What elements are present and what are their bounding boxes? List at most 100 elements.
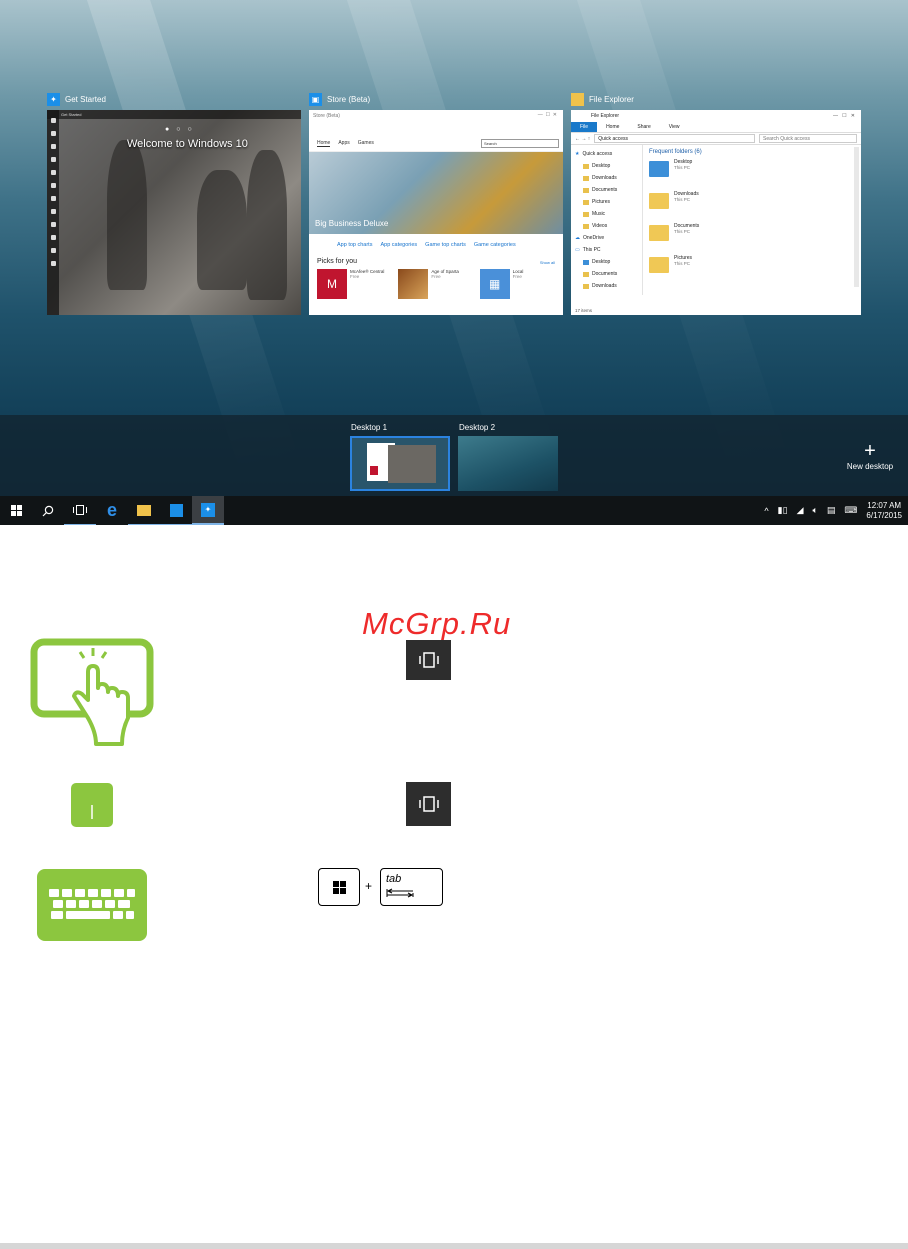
window-title-get-started[interactable]: ✦ Get Started — [47, 92, 106, 106]
sparta-app-icon — [398, 269, 429, 299]
nav-item-quick-access[interactable]: ★ Quick access — [571, 148, 642, 160]
tab-file[interactable]: File — [571, 122, 598, 132]
calendar-app-icon: ▦ — [479, 269, 510, 299]
tab-games[interactable]: Games — [358, 140, 374, 147]
window-title-file-explorer[interactable]: File Explorer — [571, 92, 634, 106]
desktop-2-thumbnail[interactable] — [458, 436, 558, 491]
folder-icon — [571, 92, 584, 106]
task-view-icon — [418, 652, 439, 668]
window-thumbnail-file-explorer[interactable]: File Explorer — ☐ ✕ File Home Share View… — [571, 110, 861, 315]
task-view-icon — [73, 505, 87, 515]
music-icon — [583, 211, 589, 217]
folder-icon — [583, 199, 589, 205]
task-view-button[interactable] — [64, 496, 96, 525]
search-input[interactable]: Search Quick access — [759, 134, 857, 143]
nav-item[interactable]: Documents — [571, 268, 642, 280]
mini-window — [388, 445, 436, 483]
system-tray: ^ ▮▯ ◢ 🔈︎ ▤ ⌨︎ 12:07 AM 6/17/2015 — [764, 496, 908, 525]
folder-item[interactable]: Pictures This PC — [649, 255, 855, 287]
nav-item[interactable]: Desktop — [571, 256, 642, 268]
ribbon-tabs: File Home Share View — [571, 122, 861, 133]
app-tile[interactable]: Age of Sparta Free — [398, 269, 473, 299]
tab-home[interactable]: Home — [317, 140, 331, 147]
nav-item-this-pc[interactable]: ▭ This PC — [571, 244, 642, 256]
content-pane: Frequent folders (6) Desktop This PC Down… — [643, 145, 861, 295]
scrollbar[interactable] — [854, 147, 859, 287]
tab-share[interactable]: Share — [628, 122, 659, 132]
nav-label: Documents — [592, 271, 618, 277]
touch-gesture-icon — [30, 638, 154, 746]
nav-item[interactable]: Documents — [571, 184, 642, 196]
photo-figure — [197, 170, 247, 290]
nav-label: Quick access — [582, 151, 613, 157]
nav-item[interactable]: Pictures — [571, 196, 642, 208]
nav-arrows-icon[interactable]: ← → ↑ — [575, 136, 590, 142]
folder-item[interactable]: Downloads This PC — [649, 191, 855, 223]
virtual-desktops-bar: Desktop 1 Desktop 2 + New desktop — [0, 415, 908, 496]
tab-key-label: tab — [386, 873, 402, 885]
welcome-headline: Welcome to Windows 10 — [127, 138, 248, 150]
nav-item-onedrive[interactable]: ☁ OneDrive — [571, 232, 642, 244]
nav-item[interactable]: Downloads — [571, 172, 642, 184]
lightbulb-icon: ✦ — [47, 92, 60, 106]
titlebar: Get Started — [47, 110, 301, 119]
folder-icon — [583, 187, 589, 193]
window-thumbnail-store[interactable]: Store (Beta) — ☐ ✕ Home Apps Games Searc… — [309, 110, 563, 315]
tab-home[interactable]: Home — [597, 122, 628, 132]
nav-item[interactable]: Downloads — [571, 280, 642, 292]
store-search-input[interactable]: Search — [481, 139, 559, 148]
store-categories: App top charts App categories Game top c… — [309, 234, 563, 248]
photo-figure — [247, 150, 287, 300]
windows-key — [318, 868, 360, 906]
window-controls: — ☐ ✕ — [832, 113, 855, 119]
task-view-key-icon — [406, 782, 451, 826]
window-title-label: File Explorer — [589, 94, 634, 104]
status-bar: 17 items — [575, 308, 593, 313]
file-explorer-button[interactable] — [128, 496, 160, 525]
keyboard-icon[interactable]: ⌨︎ — [844, 505, 857, 516]
new-desktop-button[interactable]: + New desktop — [838, 441, 902, 471]
group-header[interactable]: Frequent folders (6) — [649, 149, 855, 155]
lightbulb-icon: ✦ — [201, 502, 215, 517]
nav-label: Music — [592, 211, 606, 217]
task-view-screenshot: ✦ Get Started Get Started ●○○ Welcome to… — [0, 0, 908, 525]
app-tile[interactable]: ▦ Local Free — [479, 269, 555, 299]
store-hero-banner[interactable]: Big Business Deluxe — [309, 152, 563, 234]
desktop-1-thumbnail[interactable] — [350, 436, 450, 491]
get-started-button[interactable]: ✦ — [192, 496, 224, 525]
tab-arrows-icon — [386, 888, 414, 898]
wifi-icon[interactable]: ◢ — [797, 505, 804, 516]
store-tabs: Home Apps Games — [317, 140, 374, 147]
store-button[interactable] — [160, 496, 192, 525]
show-all-link[interactable]: Show all — [540, 260, 555, 265]
tab-view[interactable]: View — [660, 122, 689, 132]
desktop-folder-icon — [649, 161, 669, 177]
tab-apps[interactable]: Apps — [338, 140, 349, 147]
battery-icon[interactable]: ▮▯ — [778, 505, 788, 516]
nav-item[interactable]: Desktop — [571, 160, 642, 172]
folder-location: This PC — [674, 261, 691, 266]
volume-icon[interactable]: 🔈︎ — [812, 505, 817, 516]
folder-location: This PC — [674, 229, 691, 234]
search-button[interactable] — [32, 496, 64, 525]
clock-time: 12:07 AM — [867, 500, 902, 510]
window-thumbnail-get-started[interactable]: Get Started ●○○ Welcome to Windows 10 — [47, 110, 301, 315]
windows-logo-icon — [10, 505, 22, 516]
nav-item[interactable]: Music — [571, 208, 642, 220]
clock[interactable]: 12:07 AM 6/17/2015 — [866, 501, 902, 521]
folder-item[interactable]: Documents This PC — [649, 223, 855, 255]
app-tile[interactable]: M McAfee® Central Free — [317, 269, 392, 299]
chevron-up-icon[interactable]: ^ — [764, 506, 768, 516]
picks-title: Picks for you — [317, 258, 358, 265]
notification-icon[interactable]: ▤ — [827, 505, 836, 516]
mcafee-logo-icon: M — [317, 269, 347, 299]
folder-item[interactable]: Desktop This PC — [649, 159, 855, 191]
start-button[interactable] — [0, 496, 32, 525]
address-bar[interactable]: Quick access — [594, 134, 755, 143]
window-title-store[interactable]: ▣ Store (Beta) — [309, 92, 370, 106]
folder-icon — [583, 271, 589, 277]
nav-item[interactable]: Videos — [571, 220, 642, 232]
video-icon — [583, 223, 589, 229]
clock-date: 6/17/2015 — [866, 510, 902, 520]
edge-button[interactable]: e — [96, 496, 128, 525]
